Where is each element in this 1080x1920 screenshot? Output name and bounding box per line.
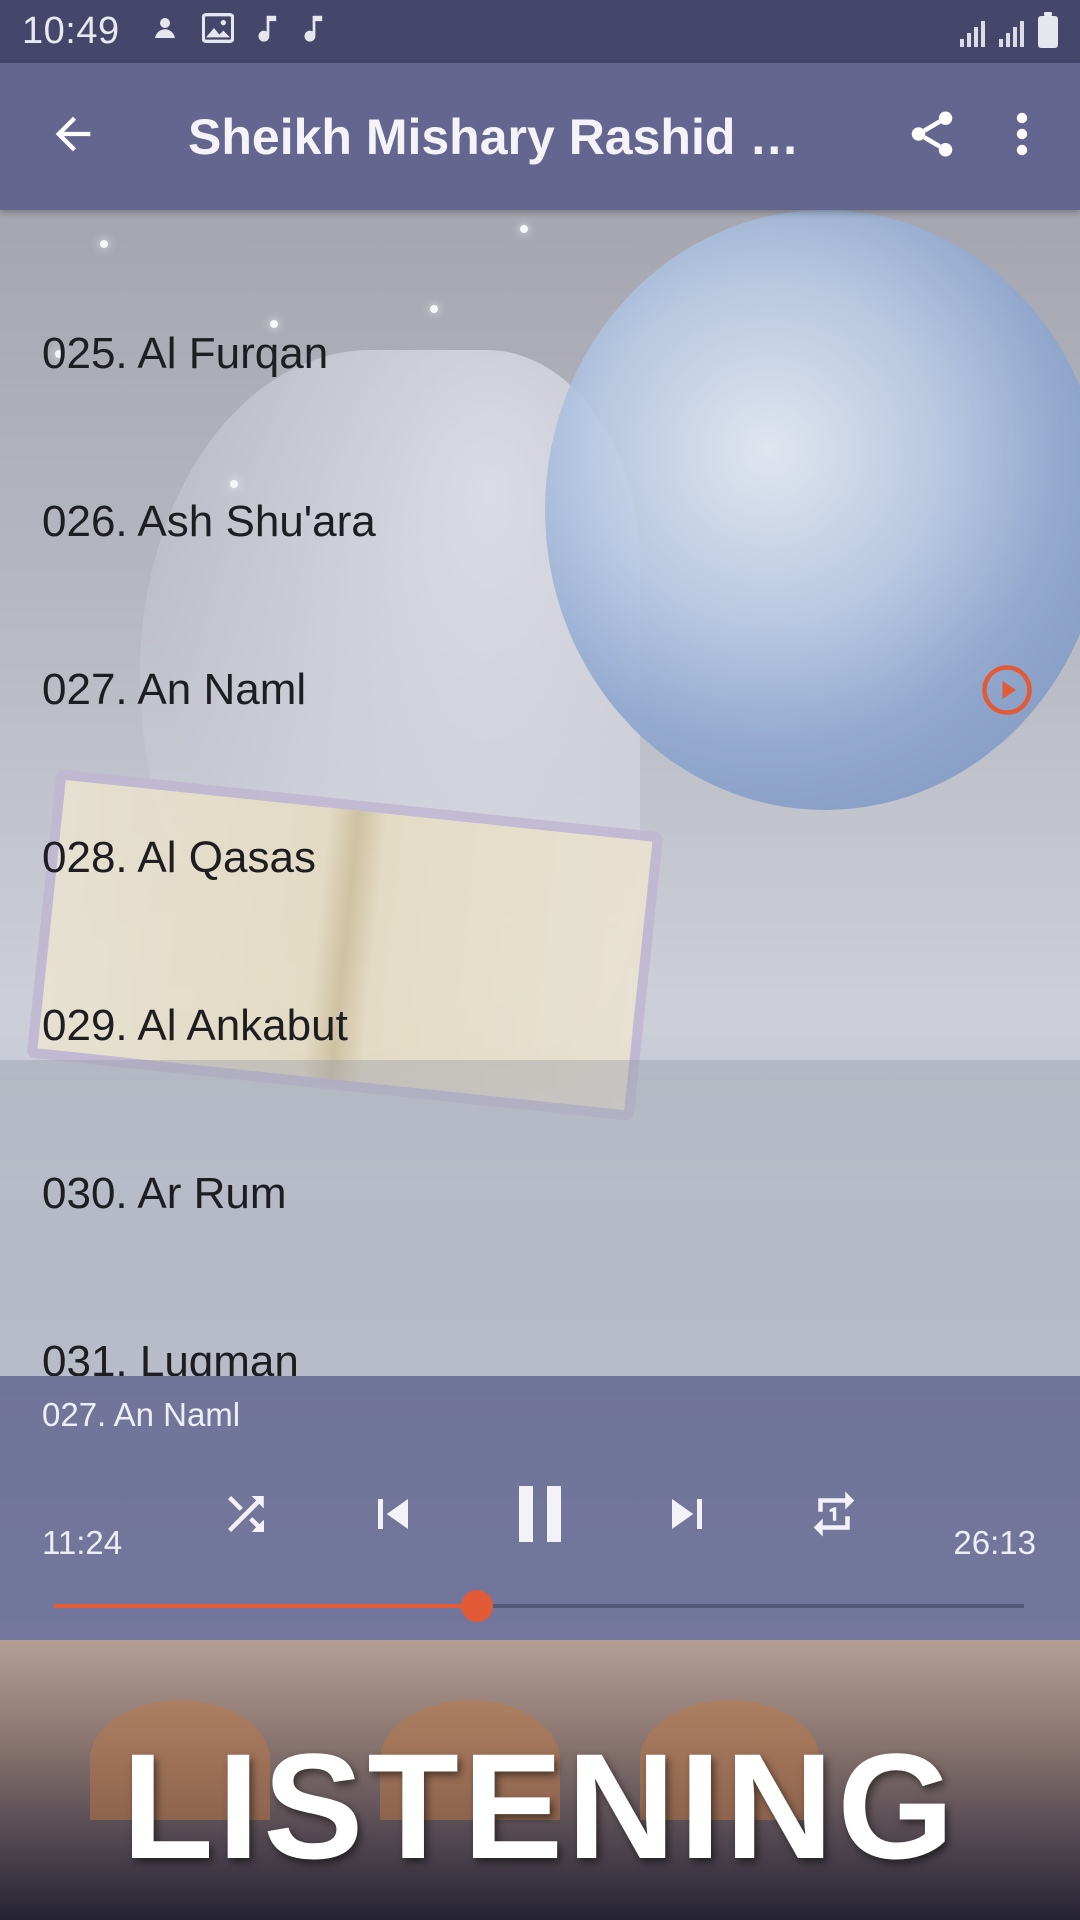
seek-bar[interactable] (54, 1590, 1024, 1622)
share-icon (905, 107, 959, 166)
more-vert-icon (1015, 110, 1029, 163)
seek-bar-thumb[interactable] (460, 1590, 493, 1622)
shuffle-icon (219, 1487, 273, 1546)
list-item[interactable]: 027. An Naml (0, 606, 1080, 774)
skip-next-icon (657, 1484, 717, 1549)
list-item[interactable]: 031. Luqman (0, 1278, 1080, 1376)
status-bar: 10:49 (0, 0, 1080, 63)
media-player: 027. An Naml 11:24 26:13 (0, 1376, 1080, 1640)
signal-icon (960, 17, 985, 47)
current-time: 11:24 (42, 1524, 123, 1561)
back-button[interactable] (0, 63, 146, 210)
list-item[interactable]: 026. Ash Shu'ara (0, 438, 1080, 606)
track-title: 031. Luqman (42, 1337, 299, 1376)
banner-title: LISTENING (121, 1722, 959, 1890)
pause-button[interactable] (490, 1466, 590, 1566)
pause-icon (498, 1472, 582, 1561)
promo-banner: LISTENING (0, 1640, 1080, 1920)
music-note-icon (302, 13, 326, 51)
system-icons (960, 11, 1058, 48)
list-item[interactable]: 030. Ar Rum (0, 1110, 1080, 1278)
music-note-icon (256, 13, 280, 51)
notification-icon (150, 13, 180, 51)
skip-previous-icon (363, 1484, 423, 1549)
battery-icon (1038, 11, 1058, 48)
track-title: 025. Al Furqan (42, 329, 329, 378)
repeat-button[interactable] (784, 1466, 884, 1566)
status-time: 10:49 (22, 10, 120, 52)
track-title: 029. Al Ankabut (42, 1001, 348, 1050)
shuffle-button[interactable] (196, 1466, 296, 1566)
notification-icons (150, 12, 326, 51)
track-title: 030. Ar Rum (42, 1169, 287, 1218)
seek-bar-progress (54, 1604, 477, 1608)
more-options-button[interactable] (982, 63, 1062, 210)
track-title: 026. Ash Shu'ara (42, 497, 376, 546)
list-item[interactable]: 028. Al Qasas (0, 774, 1080, 942)
share-button[interactable] (882, 63, 982, 210)
now-playing-icon (980, 663, 1034, 717)
list-item[interactable]: 025. Al Furqan (0, 270, 1080, 438)
image-icon (201, 12, 234, 51)
total-time: 26:13 (953, 1524, 1036, 1561)
page-title: Sheikh Mishary Rashid Q… (188, 108, 818, 165)
track-list: 025. Al Furqan 026. Ash Shu'ara 027. An … (0, 210, 1080, 1376)
signal-icon (999, 17, 1024, 47)
now-playing-title: 027. An Naml (42, 1396, 241, 1433)
arrow-back-icon (47, 108, 99, 165)
previous-button[interactable] (343, 1466, 443, 1566)
list-item[interactable]: 029. Al Ankabut (0, 942, 1080, 1110)
track-title: 027. An Naml (42, 665, 307, 714)
next-button[interactable] (637, 1466, 737, 1566)
track-title: 028. Al Qasas (42, 833, 316, 882)
app-bar: Sheikh Mishary Rashid Q… (0, 63, 1080, 210)
repeat-one-icon (807, 1487, 861, 1546)
